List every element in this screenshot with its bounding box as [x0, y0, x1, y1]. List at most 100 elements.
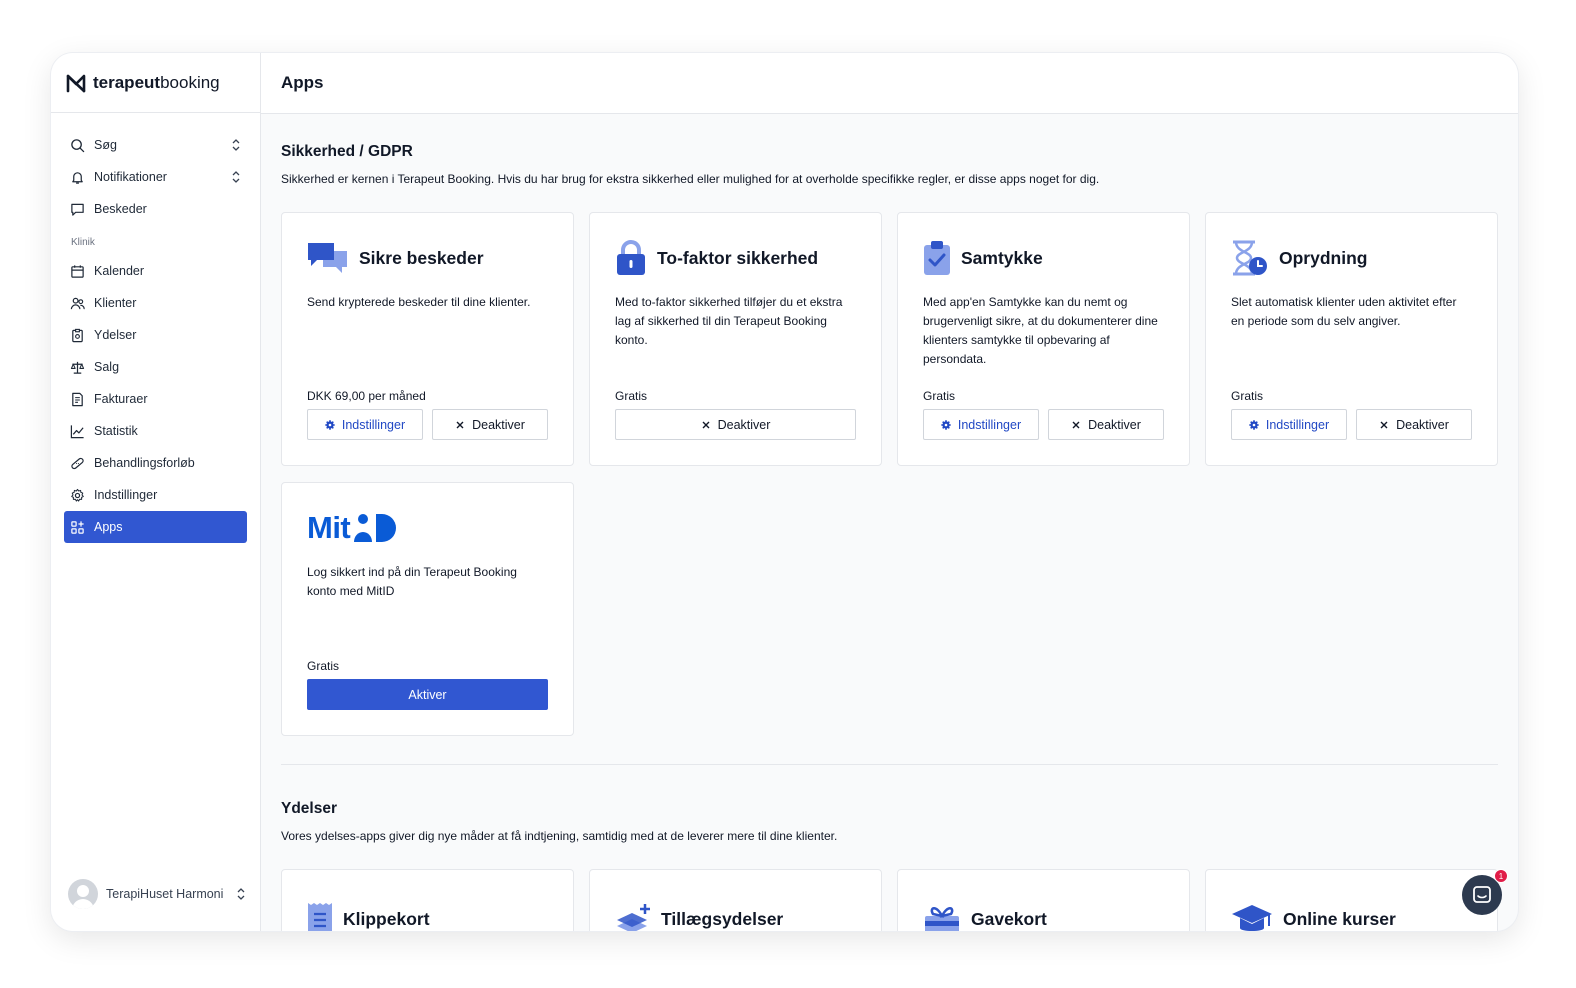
main-content: Apps Sikkerhed / GDPR Sikkerhed er kerne…: [261, 53, 1518, 931]
app-card-punch-card: Klippekort: [281, 869, 574, 931]
sidebar-item-search[interactable]: Søg: [64, 129, 247, 161]
deactivate-button-label: Deaktiver: [1088, 417, 1141, 432]
sidebar-item-label: Søg: [94, 138, 117, 152]
deactivate-button[interactable]: Deaktiver: [432, 409, 548, 440]
message-icon: [71, 203, 84, 216]
app-card-consent: Samtykke Med app'en Samtykke kan du nemt…: [897, 212, 1190, 466]
app-card-description: Log sikkert ind på din Terapeut Booking …: [307, 565, 517, 598]
graduation-cap-icon: [1232, 905, 1272, 931]
chat-bubbles-icon: [308, 243, 347, 273]
sidebar-item-label: Klienter: [94, 296, 137, 310]
app-card-title: Oprydning: [1279, 247, 1368, 268]
deactivate-button-label: Deaktiver: [472, 417, 525, 432]
users-icon: [70, 297, 85, 309]
apps-icon: [71, 520, 84, 534]
clipboard-icon: [72, 328, 83, 342]
user-name: TerapiHuset Harmoni: [106, 887, 224, 901]
notification-badge: 1: [1494, 869, 1508, 883]
sidebar-item-statistics[interactable]: Statistik: [64, 415, 247, 447]
app-card-title: Klippekort: [343, 908, 430, 929]
app-card-title: Samtykke: [961, 247, 1043, 268]
deactivate-button[interactable]: Deaktiver: [1356, 409, 1472, 440]
sidebar-item-clients[interactable]: Klienter: [64, 287, 247, 319]
sidebar-item-apps[interactable]: Apps: [64, 511, 247, 543]
sidebar-item-label: Behandlingsforløb: [94, 456, 195, 470]
app-window: terapeutbooking Søg Notifikationer Beske…: [51, 53, 1518, 931]
sidebar-nav: Søg Notifikationer Beskeder Klinik Kalen…: [51, 113, 260, 543]
settings-button[interactable]: Indstillinger: [923, 409, 1039, 440]
close-icon: [702, 421, 710, 428]
app-card-description: Slet automatisk klienter uden aktivitet …: [1231, 295, 1457, 328]
sidebar-item-services[interactable]: Ydelser: [64, 319, 247, 351]
app-card-secure-messages: Sikre beskeder Send krypterede beskeder …: [281, 212, 574, 466]
deactivate-button[interactable]: Deaktiver: [1048, 409, 1164, 440]
app-card-description: Send krypterede beskeder til dine klient…: [307, 295, 531, 309]
invoice-icon: [72, 392, 83, 406]
sidebar-item-invoices[interactable]: Fakturaer: [64, 383, 247, 415]
section-description-security: Sikkerhed er kernen i Terapeut Booking. …: [281, 172, 1100, 186]
app-card-description: Med to-faktor sikkerhed tilføjer du et e…: [615, 295, 843, 347]
section-divider: [281, 764, 1498, 765]
sidebar-item-messages[interactable]: Beskeder: [64, 193, 247, 225]
sidebar-item-sales[interactable]: Salg: [64, 351, 247, 383]
brand-name: terapeutbooking: [93, 72, 220, 92]
avatar: [68, 879, 98, 909]
app-card-two-factor: To-faktor sikkerhed Med to-faktor sikker…: [589, 212, 882, 466]
user-menu[interactable]: TerapiHuset Harmoni: [68, 879, 246, 909]
mitid-logo-icon: [354, 514, 397, 542]
search-icon: [71, 138, 85, 152]
settings-button-label: Indstillinger: [957, 417, 1022, 432]
page-header: Apps: [261, 53, 1518, 114]
close-icon: [456, 421, 464, 428]
support-chat-button[interactable]: 1: [1462, 869, 1508, 915]
sidebar-section-label: Klinik: [71, 237, 95, 248]
sidebar-item-label: Salg: [94, 360, 120, 374]
bandage-icon: [71, 457, 84, 469]
gear-icon: [325, 419, 335, 430]
page-title: Apps: [281, 73, 324, 92]
activate-button[interactable]: Aktiver: [307, 679, 548, 710]
app-card-description: Med app'en Samtykke kan du nemt og bruge…: [923, 295, 1158, 366]
close-icon: [1072, 421, 1080, 428]
app-card-price: Gratis: [307, 659, 340, 673]
app-card-add-ons: Tillægsydelser: [589, 869, 882, 931]
chevron-up-down-icon: [237, 888, 245, 900]
chevron-up-down-icon: [232, 171, 240, 183]
sidebar-item-calendar[interactable]: Kalender: [64, 255, 247, 287]
sidebar-item-label: Notifikationer: [94, 170, 167, 184]
sidebar: terapeutbooking Søg Notifikationer Beske…: [51, 53, 261, 931]
lock-icon: [617, 240, 645, 275]
settings-button[interactable]: Indstillinger: [307, 409, 423, 440]
apps-content: Sikkerhed / GDPR Sikkerhed er kernen i T…: [261, 114, 1518, 931]
settings-button[interactable]: Indstillinger: [1231, 409, 1347, 440]
brand-logo[interactable]: terapeutbooking: [51, 53, 260, 113]
sidebar-item-label: Apps: [94, 520, 123, 534]
sidebar-item-notifications[interactable]: Notifikationer: [64, 161, 247, 193]
section-description-services: Vores ydelses-apps giver dig nye måder a…: [281, 829, 838, 843]
sidebar-item-settings[interactable]: Indstillinger: [64, 479, 247, 511]
deactivate-button[interactable]: Deaktiver: [615, 409, 856, 440]
gift-icon: [925, 907, 959, 931]
close-icon: [1380, 421, 1388, 428]
mitid-logo: Mit: [307, 509, 548, 547]
gear-icon: [71, 488, 84, 502]
hourglass-icon: [1233, 240, 1267, 276]
section-title-security: Sikkerhed / GDPR: [281, 143, 413, 160]
app-card-cleanup: Oprydning Slet automatisk klienter uden …: [1205, 212, 1498, 466]
app-card-title: Gavekort: [971, 908, 1047, 929]
app-card-price: Gratis: [615, 389, 648, 403]
chart-icon: [70, 424, 84, 438]
app-card-online-courses: Online kurser: [1205, 869, 1498, 931]
sidebar-item-label: Ydelser: [94, 328, 137, 342]
sidebar-item-treatment[interactable]: Behandlingsforløb: [64, 447, 247, 479]
settings-button-label: Indstillinger: [1265, 417, 1330, 432]
security-apps-grid: Sikre beskeder Send krypterede beskeder …: [281, 212, 1498, 736]
logo-icon: [66, 74, 86, 92]
app-card-price: DKK 69,00 per måned: [307, 389, 426, 403]
section-title-services: Ydelser: [281, 800, 338, 817]
app-card-gift-card: Gavekort: [897, 869, 1190, 931]
app-card-price: Gratis: [1231, 389, 1264, 403]
scale-icon: [70, 361, 85, 374]
settings-button-label: Indstillinger: [341, 417, 406, 432]
sidebar-item-label: Beskeder: [94, 202, 147, 216]
